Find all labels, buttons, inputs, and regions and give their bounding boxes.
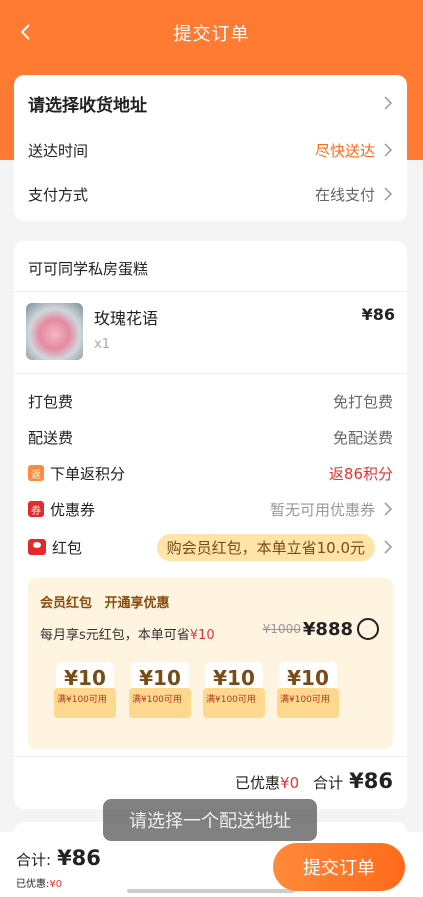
bottom-discount-label: 已优惠: <box>16 879 50 890</box>
member-subtitle: 开通享优惠 <box>104 596 170 611</box>
delivery-fee-row: 配送费 免配送费 <box>28 426 393 448</box>
packing-label: 打包费 <box>28 392 74 411</box>
member-save: ¥10 <box>189 628 215 643</box>
coupon-condition: 满¥100可用 <box>54 688 116 718</box>
product-qty: x1 <box>94 337 110 352</box>
nav-bar: 提交订单 <box>0 0 423 66</box>
member-coupon: ¥10 满¥100可用 <box>129 662 191 718</box>
chevron-right-icon <box>384 96 393 110</box>
order-card: 可可同学私房蛋糕 玫瑰花语 x1 ¥86 打包费 免打包费 配送费 免配送费 返… <box>14 241 407 809</box>
chevron-right-icon <box>384 540 393 554</box>
payment-value: 在线支付 <box>314 185 375 204</box>
points-row: 返下单返积分 返86积分 <box>28 462 393 484</box>
coupon-value: 暂无可用优惠券 <box>269 500 375 519</box>
member-desc: 每月享s元红包，本单可省 <box>40 628 190 643</box>
summary-total-label: 合计 <box>313 774 344 792</box>
payment-row[interactable]: 支付方式 在线支付 <box>28 183 393 205</box>
toast-message: 请选择一个配送地址 <box>103 799 317 841</box>
redpack-icon <box>28 539 46 555</box>
member-new-price: ¥888 <box>302 618 353 640</box>
packing-value: 免打包费 <box>332 392 393 411</box>
bottom-discount-value: ¥0 <box>49 879 63 890</box>
order-summary: 已优惠 ¥0 合计 ¥86 <box>235 769 393 793</box>
coupon-row[interactable]: 券优惠券 暂无可用优惠券 <box>28 498 393 520</box>
redpack-label: 红包 <box>52 538 83 557</box>
member-title: 会员红包 <box>40 596 93 611</box>
divider <box>14 291 407 292</box>
address-label: 请选择收货地址 <box>28 95 147 116</box>
member-coupon: ¥10 满¥100可用 <box>203 662 265 718</box>
delivery-time-row[interactable]: 送达时间 尽快送达 <box>28 139 393 161</box>
coupon-icon: 券 <box>28 501 44 517</box>
points-icon: 返 <box>28 465 44 481</box>
packing-fee-row: 打包费 免打包费 <box>28 390 393 412</box>
chevron-right-icon <box>384 502 393 516</box>
member-select-radio[interactable] <box>357 618 379 640</box>
delivery-time-label: 送达时间 <box>28 141 89 160</box>
member-coupon: ¥10 满¥100可用 <box>277 662 339 718</box>
address-card: 请选择收货地址 送达时间 尽快送达 支付方式 在线支付 <box>14 75 407 221</box>
summary-discount-value: ¥0 <box>280 774 300 792</box>
product-item[interactable]: 玫瑰花语 x1 ¥86 <box>26 303 395 361</box>
coupon-condition: 满¥100可用 <box>203 688 265 718</box>
divider <box>14 756 407 757</box>
product-thumbnail <box>26 303 83 360</box>
shop-name: 可可同学私房蛋糕 <box>28 259 149 278</box>
chevron-right-icon <box>384 187 393 201</box>
redpack-row[interactable]: 红包 购会员红包，本单立省10.0元 <box>28 533 393 561</box>
redpack-promo-pill[interactable]: 购会员红包，本单立省10.0元 <box>156 533 375 561</box>
member-coupon: ¥10 满¥100可用 <box>54 662 116 718</box>
member-old-price: ¥1000 <box>262 622 301 636</box>
member-redpack-panel: 会员红包 开通享优惠 每月享s元红包，本单可省¥10 ¥1000 ¥888 ¥1… <box>28 578 393 749</box>
summary-discount-label: 已优惠 <box>235 774 281 792</box>
points-label: 下单返积分 <box>50 464 126 483</box>
home-indicator <box>127 889 295 893</box>
delivery-fee-value: 免配送费 <box>332 428 393 447</box>
product-name: 玫瑰花语 <box>94 309 159 328</box>
coupon-label: 优惠券 <box>50 500 96 519</box>
coupon-condition: 满¥100可用 <box>277 688 339 718</box>
shop-row: 可可同学私房蛋糕 <box>28 257 393 279</box>
bottom-total-label: 合计: <box>16 851 52 869</box>
product-price: ¥86 <box>361 305 395 324</box>
divider <box>14 373 407 374</box>
chevron-right-icon <box>384 143 393 157</box>
points-value: 返86积分 <box>328 464 393 483</box>
delivery-fee-label: 配送费 <box>28 428 74 447</box>
back-icon[interactable] <box>14 20 38 44</box>
submit-order-button[interactable]: 提交订单 <box>273 843 405 891</box>
delivery-time-value: 尽快送达 <box>314 141 375 160</box>
address-row[interactable]: 请选择收货地址 <box>28 91 393 116</box>
summary-total-value: ¥86 <box>349 769 393 793</box>
coupon-condition: 满¥100可用 <box>129 688 191 718</box>
page-title: 提交订单 <box>173 24 250 45</box>
payment-label: 支付方式 <box>28 185 89 204</box>
bottom-total-value: ¥86 <box>57 846 101 870</box>
